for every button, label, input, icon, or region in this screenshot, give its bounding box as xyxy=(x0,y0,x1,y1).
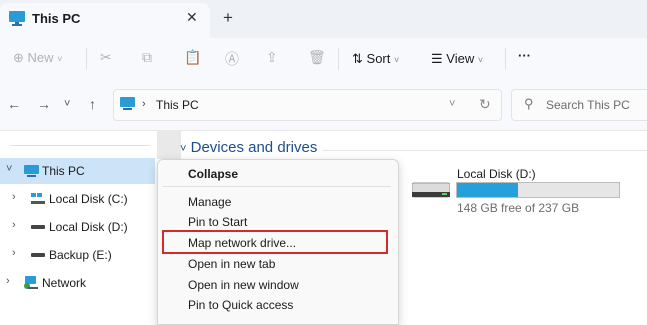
paste-icon[interactable]: 📋 xyxy=(184,49,201,66)
chevron-right-icon: › xyxy=(6,275,10,287)
sidebar-item-this-pc[interactable]: ˅ This PC xyxy=(0,158,155,184)
drive-free-space: 148 GB free of 237 GB xyxy=(457,201,580,215)
group-divider xyxy=(322,150,647,151)
refresh-icon[interactable]: ↻ xyxy=(479,96,491,113)
menu-divider xyxy=(163,186,391,187)
monitor-icon xyxy=(24,165,39,177)
copy-icon[interactable]: ⧉ xyxy=(142,49,152,66)
plus-circle-icon: ⊕ xyxy=(13,50,24,65)
view-label: View xyxy=(446,51,475,66)
sort-icon: ⇅ xyxy=(352,51,363,66)
sidebar-item-label: Backup (E:) xyxy=(49,248,112,262)
sidebar-item-network[interactable]: › Network xyxy=(0,270,155,296)
close-tab-icon[interactable]: ✕ xyxy=(186,9,198,26)
monitor-icon xyxy=(120,97,135,110)
chevron-down-icon: ˅ xyxy=(394,55,400,65)
sidebar-item-label: Local Disk (D:) xyxy=(49,220,128,234)
more-options-icon[interactable]: ··· xyxy=(518,48,531,63)
chevron-right-icon: › xyxy=(12,219,16,231)
breadcrumb-separator-icon: › xyxy=(142,98,146,110)
up-icon[interactable]: ↑ xyxy=(89,96,96,112)
view-icon: ☰ xyxy=(431,51,443,66)
back-icon[interactable]: ← xyxy=(7,96,21,112)
chevron-down-icon: ˅ xyxy=(477,55,484,65)
chevron-down-icon: ˅ xyxy=(57,54,63,64)
drive-icon xyxy=(31,225,45,229)
menu-item-open-in-new-window[interactable]: Open in new window xyxy=(188,278,299,292)
hard-drive-icon xyxy=(412,182,450,198)
sidebar-item-local-disk-d[interactable]: › Local Disk (D:) xyxy=(0,214,155,240)
sidebar-divider xyxy=(10,145,150,146)
column-header-strip xyxy=(157,130,181,159)
menu-item-pin-to-start[interactable]: Pin to Start xyxy=(188,215,247,229)
windows-drive-icon xyxy=(31,193,45,204)
menu-item-pin-to-quick-access[interactable]: Pin to Quick access xyxy=(188,298,293,312)
recent-locations-icon[interactable]: ˅ xyxy=(64,98,70,110)
chevron-right-icon: › xyxy=(12,191,16,203)
share-icon[interactable]: ⇪ xyxy=(266,49,278,66)
breadcrumb[interactable]: This PC xyxy=(156,98,199,112)
drive-name[interactable]: Local Disk (D:) xyxy=(457,167,536,181)
highlight-box xyxy=(162,230,388,254)
tab-title: This PC xyxy=(32,11,81,26)
toolbar-divider xyxy=(505,48,506,70)
group-header-label: Devices and drives xyxy=(190,139,318,156)
drive-usage-bar xyxy=(456,182,620,198)
delete-icon[interactable]: 🗑 xyxy=(308,49,326,66)
drive-usage-fill xyxy=(457,183,518,197)
forward-icon[interactable]: → xyxy=(37,96,51,112)
network-icon xyxy=(24,276,38,289)
menu-item-open-in-new-tab[interactable]: Open in new tab xyxy=(188,257,275,271)
chevron-down-icon: ˅ xyxy=(180,143,187,155)
monitor-icon xyxy=(9,11,25,26)
new-label: New xyxy=(27,50,54,65)
new-tab-button[interactable]: + xyxy=(223,8,233,28)
cut-icon[interactable]: ✂ xyxy=(100,49,112,66)
sidebar-item-label: This PC xyxy=(42,164,85,178)
search-icon: ⚲ xyxy=(524,96,534,111)
chevron-down-icon: ˅ xyxy=(6,163,13,175)
view-button[interactable]: ☰ View ˅ xyxy=(431,51,483,67)
menu-item-collapse[interactable]: Collapse xyxy=(188,167,238,181)
toolbar-divider xyxy=(338,48,339,70)
group-header-devices[interactable]: ˅ Devices and drives xyxy=(180,139,317,156)
sort-label: Sort xyxy=(366,51,391,66)
menu-item-manage[interactable]: Manage xyxy=(188,195,231,209)
sidebar-item-backup-e[interactable]: › Backup (E:) xyxy=(0,242,155,268)
sort-button[interactable]: ⇅ Sort ˅ xyxy=(352,51,399,67)
chevron-right-icon: › xyxy=(12,247,16,259)
rename-icon[interactable]: Ⓐ xyxy=(225,49,239,69)
new-button[interactable]: ⊕ New ˅ xyxy=(13,50,62,66)
search-input[interactable]: Search This PC xyxy=(546,98,630,112)
address-dropdown-icon[interactable]: ˅ xyxy=(449,98,455,110)
drive-icon xyxy=(31,253,45,257)
sidebar-item-label: Network xyxy=(42,276,87,290)
sidebar-item-label: Local Disk (C:) xyxy=(49,192,128,206)
sidebar-item-local-disk-c[interactable]: › Local Disk (C:) xyxy=(0,186,155,212)
toolbar-divider xyxy=(86,48,87,70)
